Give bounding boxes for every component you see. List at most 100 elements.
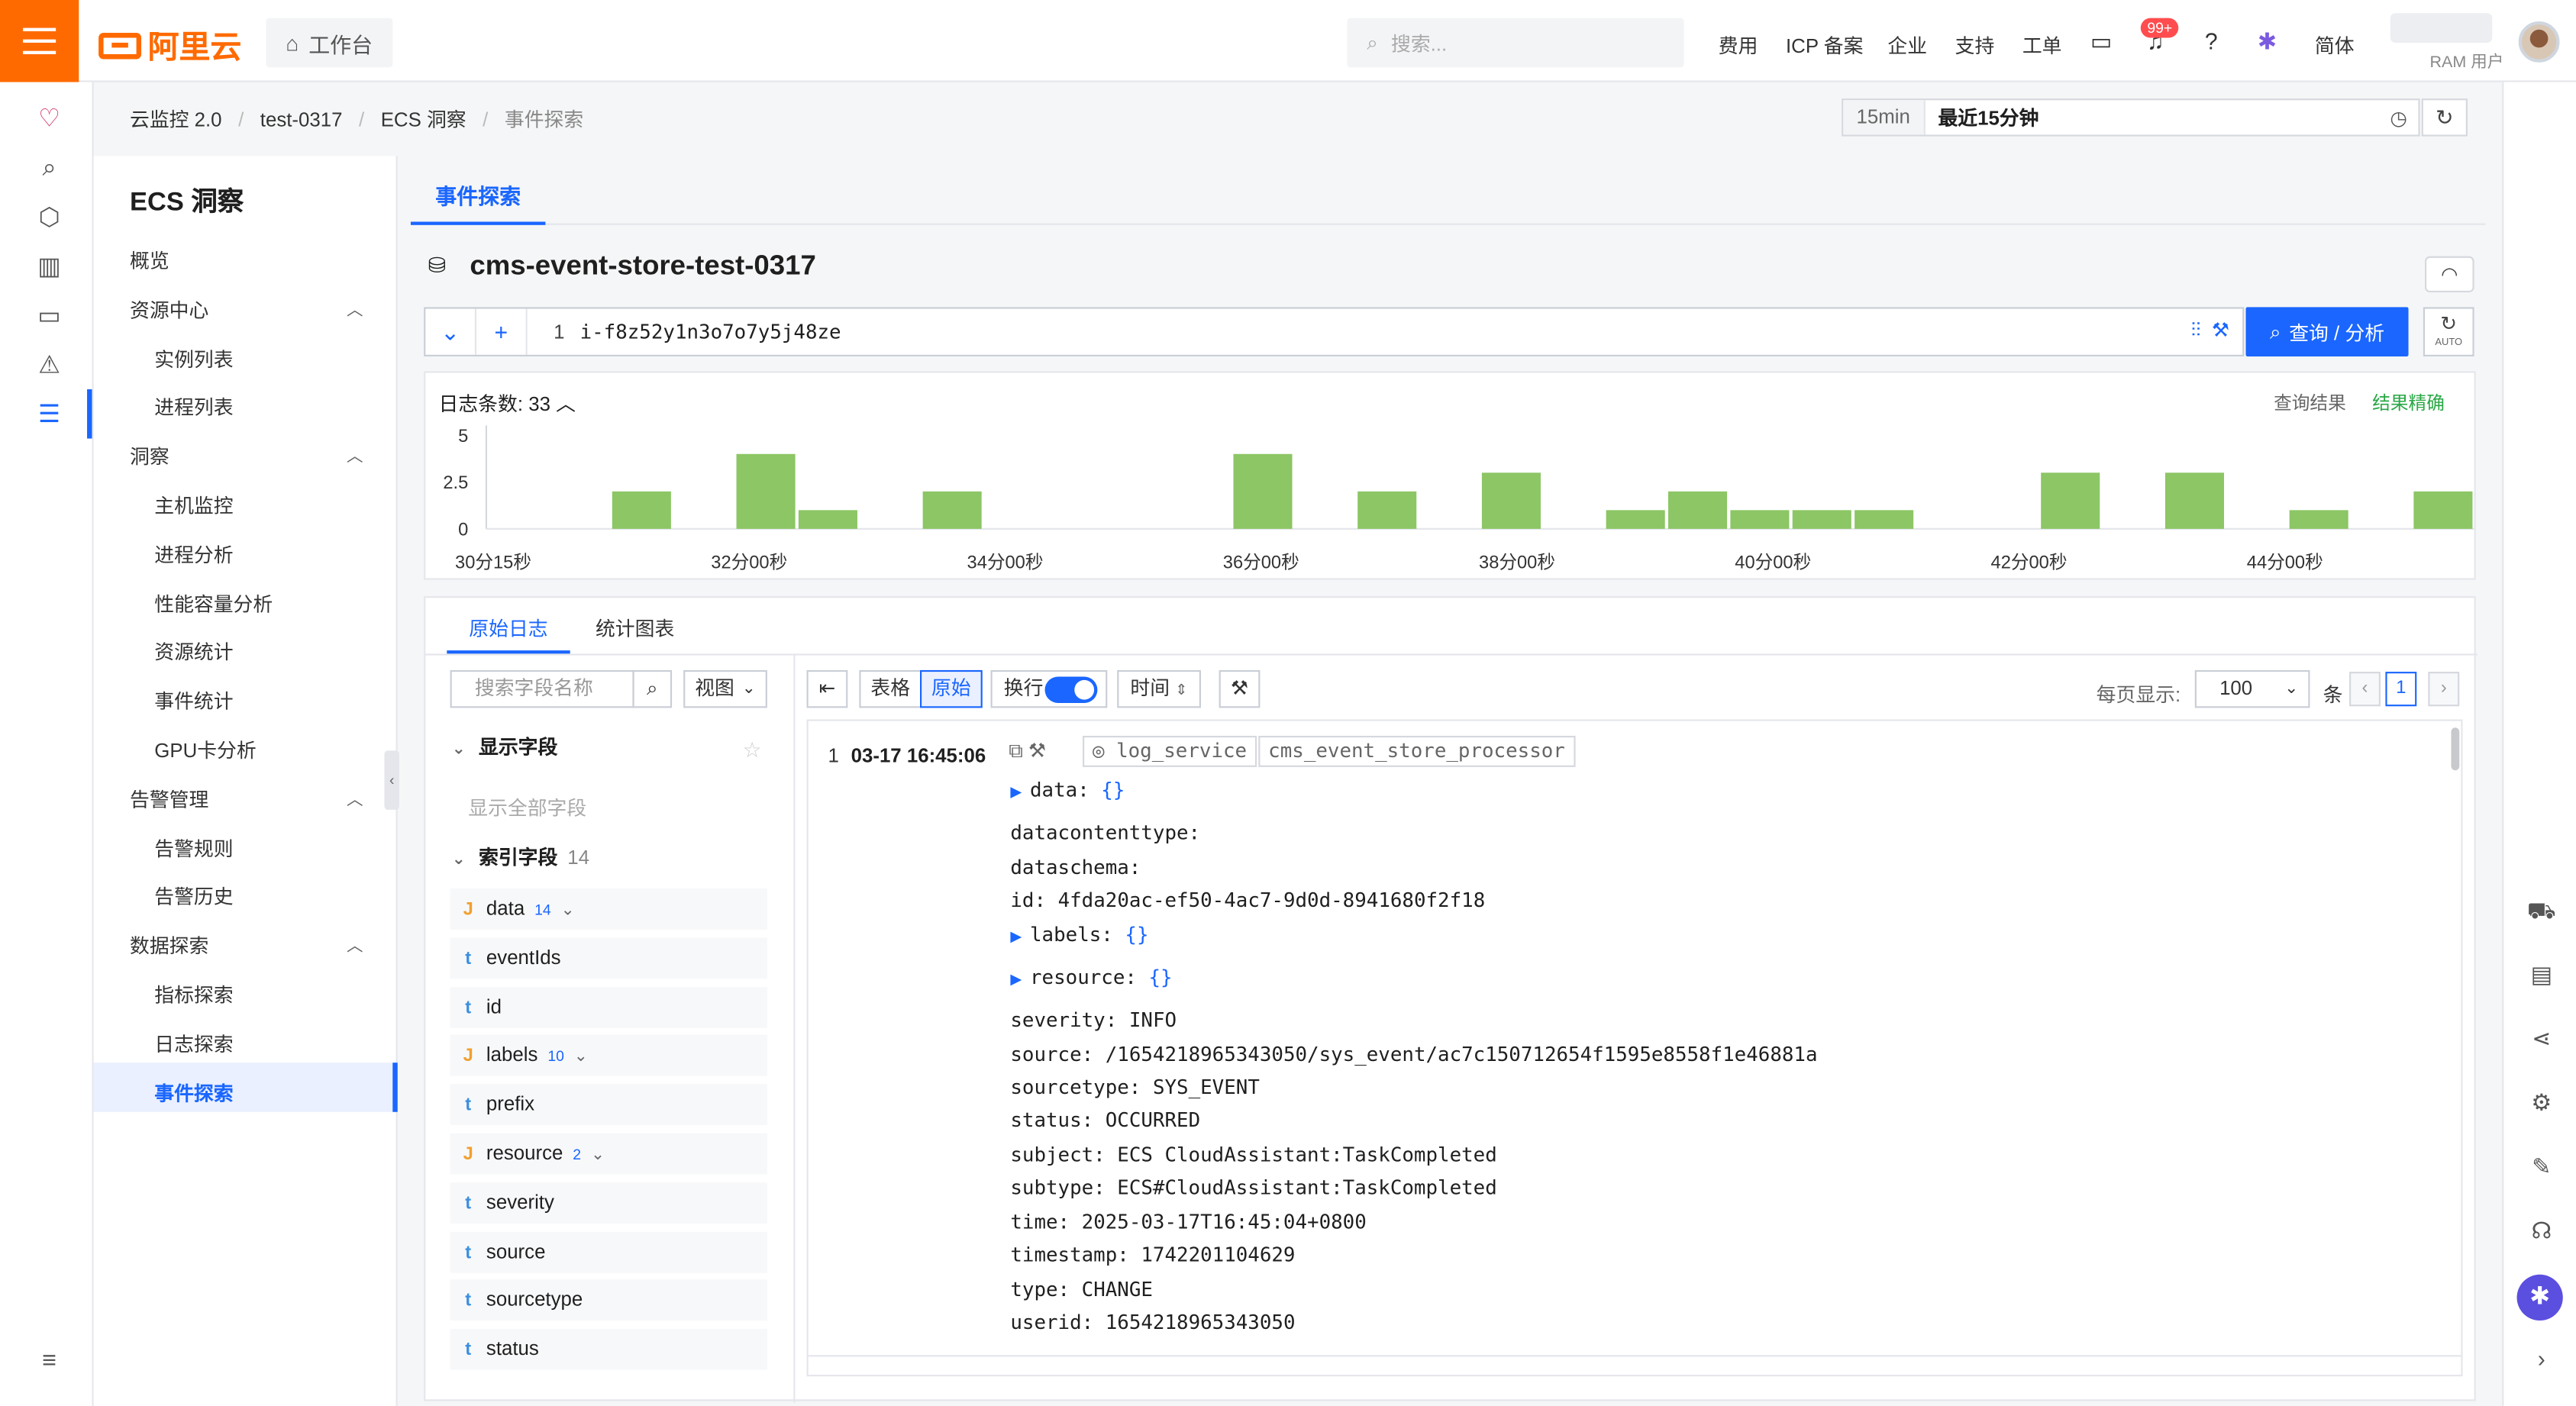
ai-assistant-icon[interactable]: ✱	[2254, 28, 2280, 54]
show-all-fields-link[interactable]: 显示全部字段	[468, 793, 586, 821]
field-search-button[interactable]: ⌕	[632, 669, 673, 708]
chevron-up-icon[interactable]: ︿	[556, 392, 576, 415]
menu-group[interactable]: 告警管理 ︿	[130, 785, 363, 813]
histogram-bar[interactable]	[736, 453, 796, 529]
field-item[interactable]: t sourcetype	[450, 1280, 767, 1321]
menu-subitem[interactable]: 告警历史	[154, 882, 384, 911]
menu-group[interactable]: 资源中心 ︿	[130, 295, 363, 324]
add-query-button[interactable]: +	[476, 308, 528, 355]
field-item[interactable]: Jlabels 10 ⌄	[450, 1035, 767, 1077]
expand-triangle-icon[interactable]: ▶	[1010, 785, 1022, 802]
histogram-bar[interactable]	[922, 491, 982, 529]
query-input[interactable]: i-f8z52y1n3o7o7y5j48ze	[580, 321, 841, 343]
log-field-line[interactable]: ▶ data: {}	[1010, 779, 1125, 801]
magic-wand-icon[interactable]: ⚒	[2212, 318, 2229, 341]
field-item[interactable]: t severity	[450, 1182, 767, 1224]
magic-wand-button[interactable]: ⚒	[1219, 669, 1261, 708]
log-scrollbar[interactable]	[2451, 727, 2460, 771]
menu-subitem[interactable]: 主机监控	[154, 491, 384, 519]
field-item[interactable]: Jresource 2 ⌄	[450, 1133, 767, 1175]
document-icon[interactable]: ▤	[2526, 959, 2556, 989]
chevron-down-icon[interactable]: ⌄	[574, 1049, 588, 1067]
index-fields-header[interactable]: ⌄ 索引字段 14	[452, 843, 589, 871]
field-item[interactable]: t status	[450, 1329, 767, 1370]
menu-subitem[interactable]: 实例列表	[154, 344, 384, 372]
search-icon[interactable]: ⌕	[34, 154, 64, 184]
toggle-fields-button[interactable]: ⇤	[806, 669, 848, 708]
breadcrumb-item[interactable]: ECS 洞察	[381, 105, 466, 134]
menu-subitem[interactable]: 日志探索	[154, 1030, 384, 1058]
chevron-right-icon[interactable]: ›	[2526, 1343, 2556, 1373]
dashboard-gauge-button[interactable]: ◠	[2425, 256, 2474, 293]
share-icon[interactable]: ⋖	[2526, 1024, 2556, 1053]
histogram-bar[interactable]	[1855, 510, 1914, 529]
histogram-bar[interactable]	[798, 510, 857, 529]
nav-link-support[interactable]: 支持	[1955, 31, 1995, 60]
log-field-line[interactable]: ▶ labels: {}	[1010, 923, 1148, 946]
field-item[interactable]: t id	[450, 986, 767, 1028]
breadcrumb-item[interactable]: 云监控 2.0	[130, 105, 222, 134]
menu-hamburger-button[interactable]	[0, 0, 79, 82]
query-analyze-button[interactable]: ⌕ 查询 / 分析	[2245, 307, 2409, 356]
nav-link-ticket[interactable]: 工单	[2022, 31, 2062, 60]
display-fields-header[interactable]: ⌄ 显示字段	[452, 733, 558, 761]
ai-assistant-icon[interactable]: ✱	[2516, 1274, 2563, 1321]
copy-icon[interactable]: ⧉	[1009, 739, 1022, 762]
expand-triangle-icon[interactable]: ▶	[1010, 972, 1022, 989]
chevron-down-icon[interactable]: ⌄	[591, 1146, 605, 1165]
field-item[interactable]: t source	[450, 1230, 767, 1272]
collapse-nav-icon[interactable]: ≡	[34, 1346, 64, 1376]
nav-link-billing[interactable]: 费用	[1719, 31, 1758, 60]
tab-raw-logs[interactable]: 原始日志	[447, 598, 570, 654]
field-search-input[interactable]: 搜索字段名称	[450, 669, 634, 708]
star-icon[interactable]: ☆	[743, 737, 762, 763]
field-item[interactable]: t prefix	[450, 1084, 767, 1126]
language-switch[interactable]: 简体	[2315, 31, 2355, 60]
global-search-input[interactable]: ⌕ 搜索...	[1347, 18, 1684, 68]
histogram-bar[interactable]	[2413, 491, 2473, 529]
histogram-bar[interactable]	[2041, 472, 2100, 529]
histogram-bar[interactable]	[1668, 491, 1728, 529]
breadcrumb-item[interactable]: test-0317	[260, 108, 343, 131]
alert-icon[interactable]: ⚠	[34, 351, 64, 381]
menu-subitem[interactable]: 资源统计	[154, 638, 384, 666]
expand-triangle-icon[interactable]: ▶	[1010, 930, 1022, 946]
workbench-button[interactable]: ⌂ 工作台	[266, 18, 393, 68]
menu-group[interactable]: 数据探索 ︿	[130, 931, 363, 959]
histogram-bar[interactable]	[1792, 510, 1851, 529]
time-range-picker[interactable]: 15min 最近15分钟 ◷	[1842, 98, 2420, 137]
wrap-toggle-switch[interactable]	[1044, 676, 1098, 703]
filter-settings-icon[interactable]: ⫶⫶	[2191, 318, 2201, 341]
page-size-select[interactable]: 100 ⌄	[2194, 669, 2310, 708]
time-sort-button[interactable]: 时间 ⇕	[1117, 669, 1201, 708]
next-page-button[interactable]: ›	[2428, 672, 2460, 707]
histogram-bar[interactable]	[1481, 472, 1541, 529]
menu-subitem[interactable]: 事件探索	[154, 1079, 384, 1107]
bar-chart-icon[interactable]: ▥	[34, 253, 64, 282]
histogram-bar[interactable]	[612, 491, 671, 529]
menu-subitem[interactable]: 进程分析	[154, 540, 384, 569]
aliyun-logo[interactable]: 阿里云	[98, 23, 241, 67]
nav-link-enterprise[interactable]: 企业	[1887, 31, 1927, 60]
terminal-icon[interactable]: ▭	[2088, 28, 2114, 54]
prev-page-button[interactable]: ‹	[2349, 672, 2381, 707]
tab-stat-charts[interactable]: 统计图表	[582, 598, 689, 653]
menu-subitem[interactable]: 进程列表	[154, 393, 384, 421]
gear-icon[interactable]: ⚙	[2526, 1087, 2556, 1117]
edit-icon[interactable]: ✎	[2526, 1151, 2556, 1181]
server-list-icon[interactable]: ☰	[34, 401, 64, 431]
view-table-button[interactable]: 表格	[859, 669, 922, 708]
histogram-bar[interactable]	[1357, 491, 1417, 529]
histogram-bar[interactable]	[1606, 510, 1665, 529]
menu-group[interactable]: 概览	[130, 247, 360, 275]
tab-event-explore[interactable]: 事件探索	[410, 166, 546, 225]
cloud-monitor-heart-icon[interactable]: ♡	[34, 105, 64, 135]
help-icon[interactable]: ?	[2198, 28, 2224, 54]
expand-query-button[interactable]: ⌄	[425, 308, 477, 355]
menu-subitem[interactable]: 性能容量分析	[154, 589, 384, 618]
field-item[interactable]: Jdata 14 ⌄	[450, 888, 767, 930]
log-field-line[interactable]: ▶ resource: {}	[1010, 966, 1172, 988]
menu-subitem[interactable]: 指标探索	[154, 981, 384, 1009]
nav-link-icp[interactable]: ICP 备案	[1786, 31, 1863, 60]
user-account-menu[interactable]: RAM 用户	[2390, 13, 2506, 73]
